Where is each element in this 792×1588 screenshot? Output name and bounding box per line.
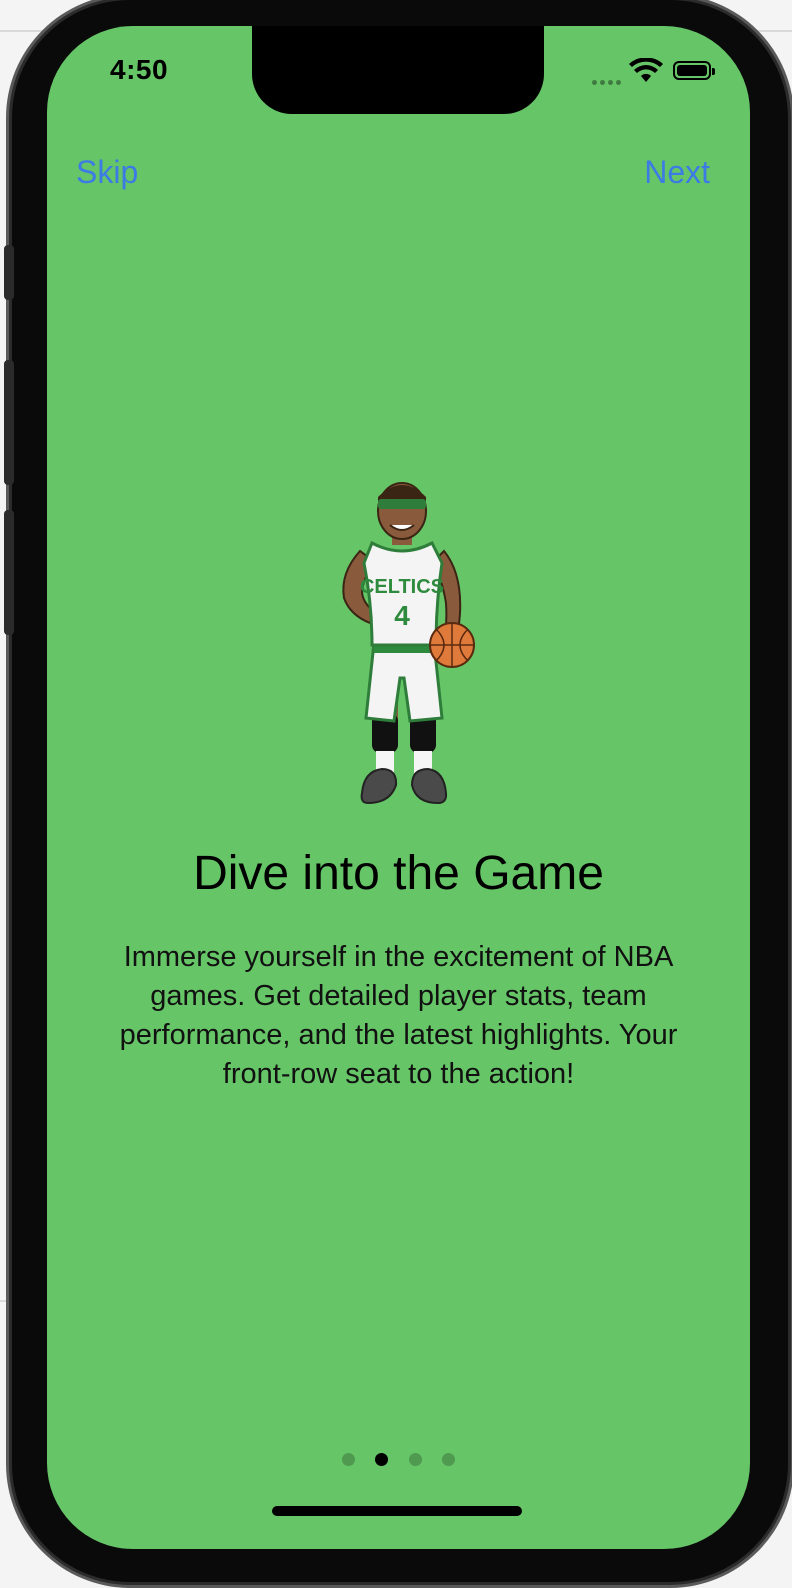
jersey-number-text: 4 — [394, 600, 410, 631]
status-time: 4:50 — [110, 54, 169, 85]
page-dot[interactable] — [408, 1453, 422, 1466]
camera-notch — [252, 26, 544, 114]
page-dot[interactable] — [341, 1453, 355, 1466]
skip-button[interactable]: Skip — [76, 154, 138, 191]
page-dot[interactable] — [442, 1453, 456, 1466]
battery-icon — [673, 61, 715, 80]
basketball-player-illustration: CELTICS 4 — [342, 482, 475, 805]
page-indicator — [47, 1453, 750, 1471]
onboarding-title: Dive into the Game — [193, 847, 604, 900]
onboarding-screen: 4:50 Skip Next CELTICS 4 Dive into the G… — [47, 26, 750, 1549]
onboarding-description: Immerse yourself in the excitement of NB… — [119, 941, 678, 1090]
volume-down-button — [4, 510, 14, 635]
mute-switch — [4, 245, 14, 300]
page-dot-active[interactable] — [375, 1453, 389, 1466]
home-indicator[interactable] — [272, 1506, 522, 1516]
cellular-dots-icon — [592, 72, 624, 90]
next-button[interactable]: Next — [644, 154, 710, 191]
jersey-team-text: CELTICS — [360, 576, 444, 598]
volume-up-button — [4, 360, 14, 485]
wifi-icon — [629, 58, 663, 82]
desktop-background: 4:50 Skip Next CELTICS 4 Dive into the G… — [0, 0, 792, 1588]
